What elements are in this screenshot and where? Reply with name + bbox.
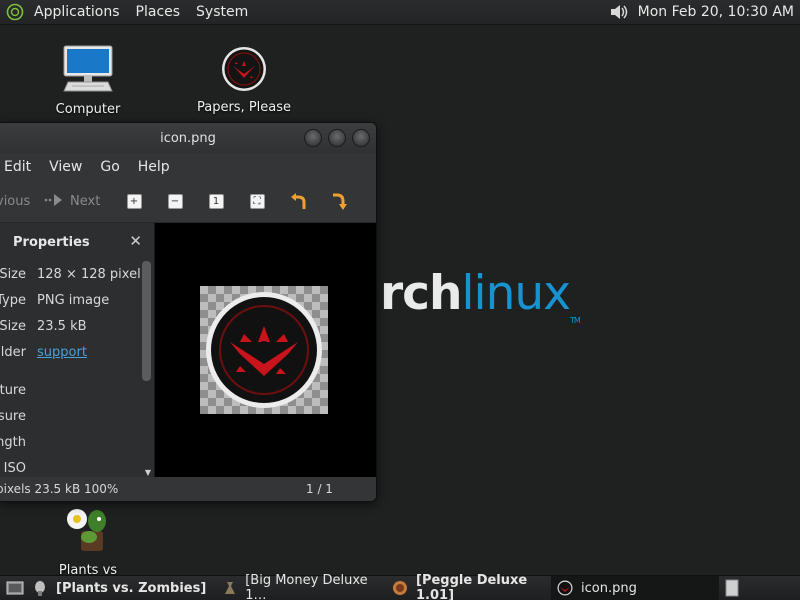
task-label: icon.png <box>581 580 637 596</box>
properties-sidebar: Properties ✕ Size 128 × 128 pixels Type … <box>0 223 155 479</box>
property-key: sure <box>0 408 26 424</box>
task-icon-png[interactable]: icon.png <box>551 575 719 600</box>
property-value: 128 × 128 pixels <box>37 266 148 282</box>
transparency-checkerboard <box>200 286 328 414</box>
previous-label: vious <box>0 194 31 209</box>
property-row: ngth <box>0 432 26 452</box>
plants-vs-zombies-icon <box>32 580 48 596</box>
property-key: Size <box>0 318 26 334</box>
window-controls <box>304 129 370 147</box>
desktop-icon-label: Papers, Please <box>196 100 292 115</box>
show-desktop-icon[interactable] <box>4 578 26 598</box>
desktop-icon-papers-please[interactable]: Papers, Please <box>189 46 299 115</box>
next-label: Next <box>70 194 101 209</box>
icon-image <box>206 292 322 408</box>
menu-help[interactable]: Help <box>129 159 179 175</box>
statusbar: pixels 23.5 kB 100% 1 / 1 <box>0 477 376 501</box>
zoom-in-icon[interactable]: + <box>124 192 144 212</box>
arch-linux-logo: rchlinuxTM <box>380 266 581 325</box>
image-viewer-window[interactable]: icon.png Edit View Go Help vious Next + … <box>0 122 377 502</box>
property-row: Size 23.5 kB <box>0 316 87 336</box>
best-fit-icon[interactable]: ⛶ <box>247 192 267 212</box>
window-titlebar[interactable]: icon.png <box>0 123 376 153</box>
property-key: Type <box>0 292 26 308</box>
system-menu[interactable]: System <box>188 4 256 20</box>
window-body: Properties ✕ Size 128 × 128 pixels Type … <box>0 223 376 479</box>
minimize-button[interactable] <box>304 129 322 147</box>
maximize-button[interactable] <box>328 129 346 147</box>
big-money-icon <box>222 580 237 596</box>
applications-menu[interactable]: Applications <box>26 4 128 20</box>
menu-edit[interactable]: Edit <box>0 159 40 175</box>
top-menu: Applications Places System <box>0 0 256 25</box>
property-key: ngth <box>0 434 26 450</box>
places-menu[interactable]: Places <box>128 4 189 20</box>
property-value: 23.5 kB <box>37 318 87 334</box>
next-button[interactable]: Next <box>44 193 124 211</box>
property-row: rture <box>0 380 26 400</box>
sidebar-scrollbar[interactable]: ▼ <box>141 261 153 479</box>
papers-please-icon <box>557 580 573 596</box>
property-row: lder support <box>0 342 87 362</box>
arch-logo-linux: linux <box>461 266 572 321</box>
computer-icon <box>62 44 114 98</box>
menubar: Edit View Go Help <box>0 153 376 181</box>
bottom-taskbar: [Plants vs. Zombies] [Big Money Deluxe 1… <box>0 573 800 600</box>
desktop-icon-computer[interactable]: Computer <box>33 44 143 117</box>
sidebar-header: Properties ✕ <box>0 223 154 261</box>
arch-logo-arch: rch <box>380 266 462 321</box>
close-button[interactable] <box>352 129 370 147</box>
scroll-down-icon[interactable]: ▼ <box>145 468 151 477</box>
property-key: rture <box>0 382 26 398</box>
property-key: Size <box>0 266 26 282</box>
image-canvas[interactable] <box>155 223 376 479</box>
property-row: Size 128 × 128 pixels <box>0 264 147 284</box>
property-row: ISO <box>0 458 26 478</box>
menu-go[interactable]: Go <box>91 159 128 175</box>
task-label: [Peggle Deluxe 1.01] <box>416 573 528 600</box>
task-big-money[interactable]: [Big Money Deluxe 1… <box>216 573 386 600</box>
arch-menu-icon[interactable] <box>4 1 26 23</box>
task-plants-vs-zombies[interactable]: [Plants vs. Zombies] <box>26 576 216 600</box>
menu-view[interactable]: View <box>40 159 91 175</box>
property-value: PNG image <box>37 292 110 308</box>
property-row: Type PNG image <box>0 290 109 310</box>
peggle-icon <box>392 580 408 596</box>
task-label: [Plants vs. Zombies] <box>56 580 207 596</box>
property-key: ISO <box>3 460 26 476</box>
properties-list: Size 128 × 128 pixels Type PNG image Siz… <box>0 261 154 479</box>
papers-please-icon <box>221 46 267 96</box>
zoom-out-icon[interactable]: − <box>165 192 185 212</box>
next-arrow-icon <box>44 193 64 211</box>
sidebar-close-icon[interactable]: ✕ <box>129 232 142 250</box>
folder-link[interactable]: support <box>37 345 87 360</box>
normal-size-icon[interactable]: 1 <box>206 192 226 212</box>
top-panel: Applications Places System Mon Feb 20, 1… <box>0 0 800 25</box>
previous-button[interactable]: vious <box>0 194 42 209</box>
property-key: lder <box>0 344 26 360</box>
plants-vs-zombies-icon <box>63 505 113 559</box>
property-row: sure <box>0 406 26 426</box>
rotate-right-icon[interactable] <box>329 192 349 212</box>
image-info: pixels 23.5 kB 100% <box>0 482 119 496</box>
scrollbar-thumb[interactable] <box>142 261 151 381</box>
desktop-icon-label: Computer <box>55 102 121 117</box>
toolbar: vious Next + − 1 ⛶ <box>0 181 376 223</box>
rotate-left-icon[interactable] <box>288 192 308 212</box>
arch-logo-tm: TM <box>570 316 581 325</box>
task-label: [Big Money Deluxe 1… <box>245 573 368 600</box>
page-indicator: 1 / 1 <box>306 482 333 496</box>
volume-icon[interactable] <box>608 2 632 22</box>
task-peggle[interactable]: [Peggle Deluxe 1.01] <box>386 573 551 600</box>
clock[interactable]: Mon Feb 20, 10:30 AM <box>632 4 800 20</box>
workspace-switcher-icon[interactable] <box>721 578 743 598</box>
window-title: icon.png <box>160 130 216 146</box>
sidebar-title: Properties <box>13 234 90 250</box>
